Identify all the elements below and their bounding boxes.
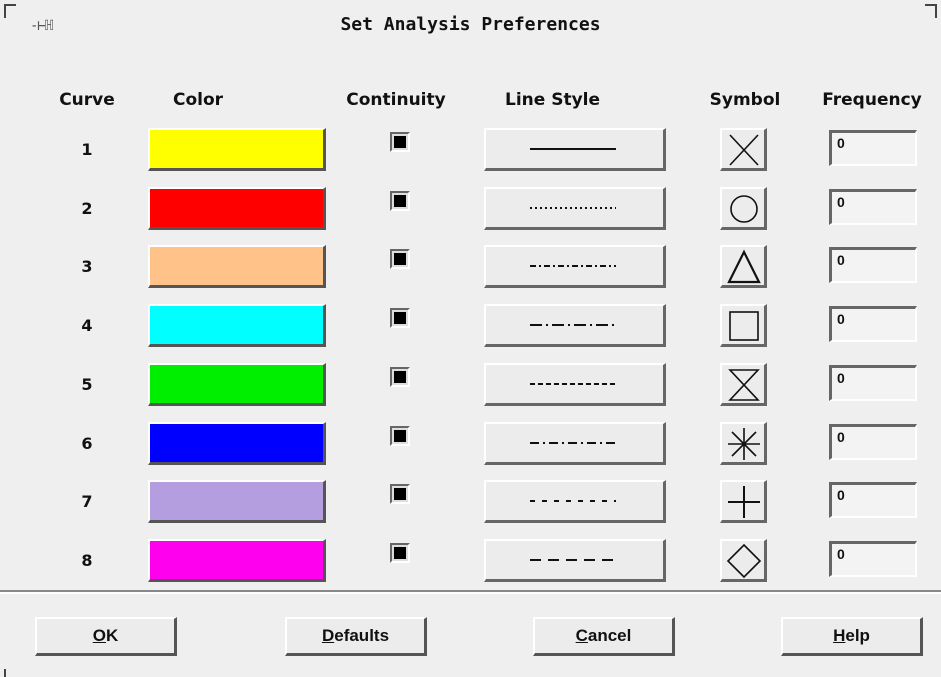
line-style-button[interactable] [484,245,666,288]
symbol-button[interactable] [720,480,767,523]
header-symbol: Symbol [709,90,781,110]
curve-number: 5 [81,375,93,394]
separator [0,590,941,594]
line-style-solid-icon [530,148,616,150]
ok-label-rest: K [105,626,119,645]
curve-number: 3 [81,257,93,276]
triangle-symbol-icon [727,249,761,284]
window-frame-corner [4,669,16,677]
header-curve: Curve [59,90,115,110]
hourglass-symbol-icon [728,369,760,401]
color-swatch-button[interactable] [148,480,326,523]
line-style-button[interactable] [484,480,666,523]
checkbox-mark [394,136,406,148]
continuity-checkbox[interactable] [390,308,410,328]
plus-symbol-icon [728,486,760,518]
symbol-button[interactable] [720,422,767,465]
color-swatch-button[interactable] [148,187,326,230]
header-frequency: Frequency [822,90,922,110]
defaults-label-rest: efaults [334,626,390,645]
x-symbol-icon [729,134,759,166]
checkbox-mark [394,430,406,442]
frequency-field[interactable]: 0 [829,189,917,225]
continuity-checkbox[interactable] [390,484,410,504]
asterisk-symbol-icon [728,428,760,460]
line-style-button[interactable] [484,304,666,347]
defaults-button[interactable]: Defaults [285,617,427,656]
curve-number: 4 [81,316,93,335]
preferences-dialog: ‐⊢ℍ Set Analysis Preferences Curve Color… [0,0,941,677]
checkbox-mark [394,195,406,207]
checkbox-mark [394,312,406,324]
curve-number: 1 [81,140,93,159]
curve-number: 8 [81,551,93,570]
line-style-spaced-dash-dot-icon [530,500,616,502]
continuity-checkbox[interactable] [390,543,410,563]
header-line-style: Line Style [504,90,601,110]
cancel-label-rest: ancel [587,626,632,645]
line-style-button[interactable] [484,187,666,230]
symbol-button[interactable] [720,539,767,582]
line-style-medium-dash-dot-icon [530,442,616,444]
symbol-button[interactable] [720,245,767,288]
symbol-button[interactable] [720,304,767,347]
ok-button[interactable]: OK [35,617,177,656]
frequency-field[interactable]: 0 [829,541,917,577]
frequency-field[interactable]: 0 [829,306,917,342]
frequency-field[interactable]: 0 [829,482,917,518]
dialog-title: Set Analysis Preferences [340,14,601,35]
help-button[interactable]: Help [781,617,923,656]
frequency-field[interactable]: 0 [829,424,917,460]
symbol-button[interactable] [720,128,767,171]
line-style-long-dash-dot-icon [530,324,616,326]
line-style-dash-dot-icon [530,265,616,267]
curve-number: 7 [81,492,93,511]
line-style-button[interactable] [484,128,666,171]
defaults-mnemonic: D [321,626,335,645]
cancel-mnemonic: C [575,626,588,645]
color-swatch-button[interactable] [148,128,326,171]
circle-symbol-icon [730,195,758,223]
diamond-symbol-icon [726,543,762,579]
continuity-checkbox[interactable] [390,367,410,387]
checkbox-mark [394,253,406,265]
continuity-checkbox[interactable] [390,191,410,211]
continuity-checkbox[interactable] [390,132,410,152]
square-symbol-icon [729,311,759,341]
line-style-long-dash-icon [530,559,616,561]
ok-mnemonic: O [92,626,106,645]
header-continuity: Continuity [346,90,446,110]
continuity-checkbox[interactable] [390,249,410,269]
color-swatch-button[interactable] [148,304,326,347]
curve-number: 2 [81,199,93,218]
frequency-field[interactable]: 0 [829,130,917,166]
symbol-button[interactable] [720,187,767,230]
header-color: Color [172,90,224,110]
line-style-button[interactable] [484,363,666,406]
help-label-rest: elp [845,626,870,645]
line-style-short-dash-icon [530,383,616,385]
checkbox-mark [394,547,406,559]
color-swatch-button[interactable] [148,245,326,288]
symbol-button[interactable] [720,363,767,406]
color-swatch-button[interactable] [148,363,326,406]
frequency-field[interactable]: 0 [829,247,917,283]
color-swatch-button[interactable] [148,539,326,582]
line-style-button[interactable] [484,539,666,582]
continuity-checkbox[interactable] [390,426,410,446]
curve-number: 6 [81,434,93,453]
help-mnemonic: H [833,626,846,645]
cancel-button[interactable]: Cancel [533,617,675,656]
frequency-field[interactable]: 0 [829,365,917,401]
line-style-dotted-icon [530,207,616,209]
line-style-button[interactable] [484,422,666,465]
color-swatch-button[interactable] [148,422,326,465]
checkbox-mark [394,488,406,500]
checkbox-mark [394,371,406,383]
